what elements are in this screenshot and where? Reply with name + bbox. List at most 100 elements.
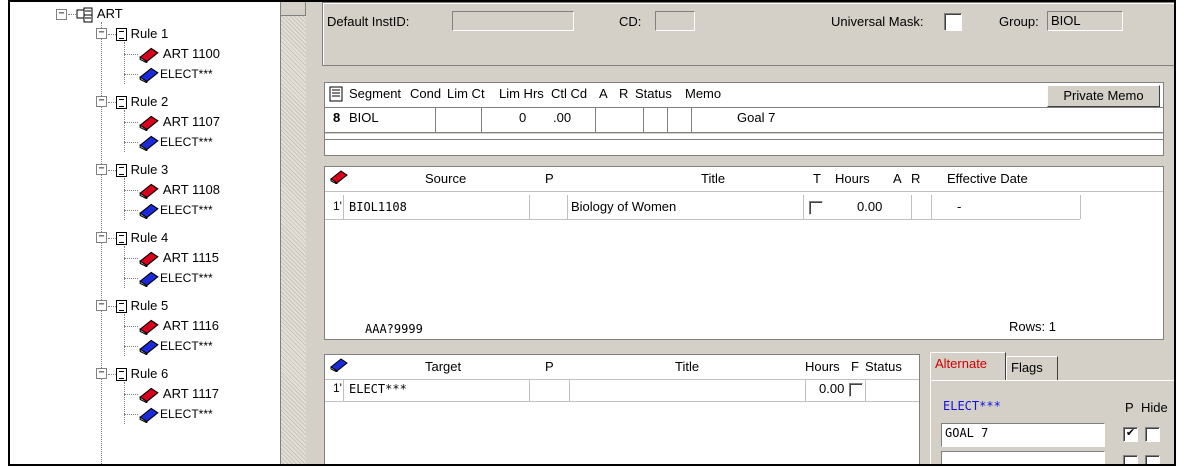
rule-node[interactable]: Rule 5 — [116, 296, 168, 316]
source-course-node[interactable]: ART 1116 — [138, 316, 219, 336]
source-course-node[interactable]: ART 1117 — [138, 384, 219, 404]
cd-field[interactable] — [655, 11, 695, 31]
rule-collapse-toggle[interactable]: − — [96, 96, 107, 107]
alt-value-field-2[interactable] — [941, 451, 1105, 464]
source-course-node[interactable]: ART 1100 — [138, 44, 220, 64]
col-a[interactable]: A — [893, 171, 902, 186]
rule-node[interactable]: Rule 3 — [116, 160, 168, 180]
alt-p-checkbox-2[interactable] — [1123, 455, 1138, 464]
col-hours[interactable]: Hours — [805, 359, 840, 374]
tab-flags[interactable]: Flags — [1006, 356, 1058, 380]
rule-document-icon — [116, 96, 127, 110]
rule-node[interactable]: Rule 1 — [116, 24, 168, 44]
segment-grid: Segment Cond Lim Ct Lim Hrs Ctl Cd A R S… — [324, 82, 1164, 156]
target-cell[interactable]: ELECT*** — [349, 382, 407, 396]
col-r[interactable]: R — [619, 86, 628, 101]
rule-collapse-toggle[interactable]: − — [96, 164, 107, 175]
alt-hide-checkbox-2[interactable] — [1145, 455, 1160, 464]
col-segment[interactable]: Segment — [349, 86, 401, 101]
alt-value-field[interactable]: GOAL 7 — [941, 423, 1105, 447]
blue-book-icon — [138, 202, 160, 220]
splitter-grip[interactable] — [280, 2, 306, 16]
col-ctl-cd[interactable]: Ctl Cd — [551, 86, 587, 101]
row-number: 1' — [333, 199, 342, 213]
rule-collapse-toggle[interactable]: − — [96, 300, 107, 311]
lim-hrs-cell[interactable]: .00 — [553, 110, 571, 125]
col-memo[interactable]: Memo — [685, 86, 721, 101]
segment-cell[interactable]: BIOL — [349, 110, 379, 125]
rule-node[interactable]: Rule 4 — [116, 228, 168, 248]
hours-cell[interactable]: 0.00 — [857, 199, 882, 214]
source-course-node[interactable]: ART 1115 — [138, 248, 219, 268]
col-a[interactable]: A — [599, 86, 608, 101]
group-field[interactable]: BIOL — [1047, 11, 1123, 31]
blue-book-icon — [138, 406, 160, 424]
col-effective-date[interactable]: Effective Date — [947, 171, 1028, 186]
universal-mask-checkbox[interactable] — [944, 13, 962, 31]
main-window: − ART − Rule 1 ART 1100 ELECT*** − Rule 2 … — [8, 0, 1176, 466]
target-course-node[interactable]: ELECT*** — [138, 336, 213, 356]
collapse-toggle[interactable]: − — [56, 9, 67, 20]
row-number: 8 — [333, 110, 341, 125]
source-course-label: ART 1100 — [162, 46, 221, 61]
tree-root[interactable]: ART — [76, 4, 123, 24]
target-grid: Target P Title Hours F Status 1' ELECT**… — [324, 354, 920, 464]
title-cell[interactable]: Biology of Women — [571, 199, 676, 214]
target-course-node[interactable]: ELECT*** — [138, 132, 213, 152]
source-course-label: ART 1107 — [162, 114, 221, 129]
source-cell[interactable]: BIOL1108 — [349, 200, 407, 214]
target-course-label: ELECT*** — [160, 135, 213, 149]
col-target[interactable]: Target — [425, 359, 461, 374]
col-lim-ct[interactable]: Lim Ct — [447, 86, 485, 101]
col-hours[interactable]: Hours — [835, 171, 870, 186]
tree-root-label: ART — [96, 6, 123, 21]
source-book-icon — [330, 170, 348, 184]
default-instid-field[interactable] — [452, 11, 574, 31]
rule-collapse-toggle[interactable]: − — [96, 28, 107, 39]
col-cond[interactable]: Cond — [410, 86, 441, 101]
col-t[interactable]: T — [813, 171, 821, 186]
cd-label: CD: — [619, 14, 642, 29]
alt-hide-checkbox[interactable] — [1145, 427, 1160, 442]
rule-collapse-toggle[interactable]: − — [96, 232, 107, 243]
col-status[interactable]: Status — [865, 359, 902, 374]
alt-p-checkbox[interactable]: ✔ — [1123, 427, 1138, 442]
col-p[interactable]: P — [545, 171, 554, 186]
memo-cell[interactable]: Goal 7 — [737, 110, 775, 125]
rule-node[interactable]: Rule 6 — [116, 364, 168, 384]
alternate-tab-panel: ELECT*** P Hide GOAL 7 ✔ — [930, 380, 1174, 464]
col-r[interactable]: R — [911, 171, 920, 186]
t-checkbox[interactable] — [809, 201, 823, 215]
rule-document-icon — [116, 368, 127, 382]
rule-node[interactable]: Rule 2 — [116, 92, 168, 112]
target-course-node[interactable]: ELECT*** — [138, 64, 213, 84]
private-memo-button[interactable]: Private Memo — [1047, 85, 1160, 107]
target-course-node[interactable]: ELECT*** — [138, 200, 213, 220]
tab-alternate[interactable]: Alternate — [930, 352, 1006, 380]
target-course-label: ELECT*** — [160, 271, 213, 285]
hide-label: Hide — [1141, 400, 1168, 415]
col-p[interactable]: P — [545, 359, 554, 374]
source-mask: AAA?9999 — [365, 322, 423, 336]
source-course-node[interactable]: ART 1107 — [138, 112, 220, 132]
target-course-label: ELECT*** — [160, 67, 213, 81]
lim-ct-cell[interactable]: 0 — [519, 110, 526, 125]
col-lim-hrs[interactable]: Lim Hrs — [499, 86, 544, 101]
col-status[interactable]: Status — [635, 86, 672, 101]
rule-label: Rule 5 — [130, 298, 169, 313]
red-book-icon — [138, 250, 160, 268]
source-course-node[interactable]: ART 1108 — [138, 180, 220, 200]
col-title[interactable]: Title — [675, 359, 699, 374]
target-course-node[interactable]: ELECT*** — [138, 404, 213, 424]
f-checkbox[interactable] — [849, 383, 863, 397]
effective-date-cell[interactable]: - — [957, 199, 961, 214]
source-course-label: ART 1116 — [162, 318, 220, 333]
rule-collapse-toggle[interactable]: − — [96, 368, 107, 379]
col-title[interactable]: Title — [701, 171, 725, 186]
splitter[interactable] — [280, 2, 306, 464]
col-f[interactable]: F — [851, 359, 859, 374]
target-course-node[interactable]: ELECT*** — [138, 268, 213, 288]
col-source[interactable]: Source — [425, 171, 466, 186]
target-course-label: ELECT*** — [160, 203, 213, 217]
hours-cell[interactable]: 0.00 — [819, 381, 844, 396]
